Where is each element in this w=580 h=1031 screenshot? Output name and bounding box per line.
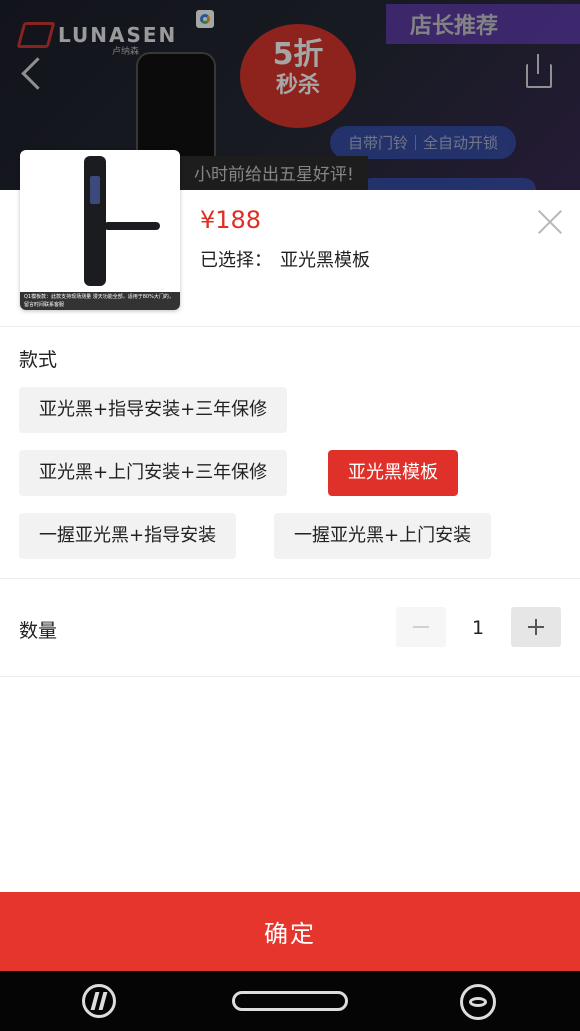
quantity-label: 数量 [19,620,58,642]
lock-handle [104,222,160,230]
spec-option-selected[interactable]: 亚光黑模板 [328,450,458,496]
product-thumbnail: Q1模板款：此款支持现场测量 漫天功能全部，适用于80%大门的，留言时间联系客服 [20,150,180,310]
selected-value: 亚光黑模板 [280,250,370,271]
assistant-icon[interactable] [82,984,116,1018]
quantity-decrement-button[interactable] [396,607,446,647]
confirm-button[interactable]: 确定 [0,892,580,971]
home-pill[interactable] [232,991,348,1011]
spec-title: 款式 [19,349,58,371]
divider [0,676,580,677]
close-icon[interactable] [536,208,564,236]
divider [0,578,580,579]
selected-label: 已选择： [200,250,272,271]
spec-option[interactable]: 亚光黑+指导安装+三年保修 [19,387,288,433]
price: ¥188 [200,206,262,234]
thumbnail-caption: Q1模板款：此款支持现场测量 漫天功能全部，适用于80%大门的，留言时间联系客服 [20,292,180,310]
minus-icon [413,626,429,628]
spec-option[interactable]: 亚光黑+上门安装+三年保修 [19,450,288,496]
spec-option[interactable]: 一握亚光黑+指导安装 [19,513,237,559]
selected-summary: 已选择： 亚光黑模板 [200,246,370,272]
lock-plate [84,156,106,286]
divider [0,326,580,327]
quantity-increment-button[interactable] [511,607,561,647]
eye-icon[interactable] [460,984,496,1020]
system-nav-bar [0,971,580,1031]
spec-option[interactable]: 一握亚光黑+上门安装 [274,513,492,559]
quantity-value: 1 [471,617,485,639]
